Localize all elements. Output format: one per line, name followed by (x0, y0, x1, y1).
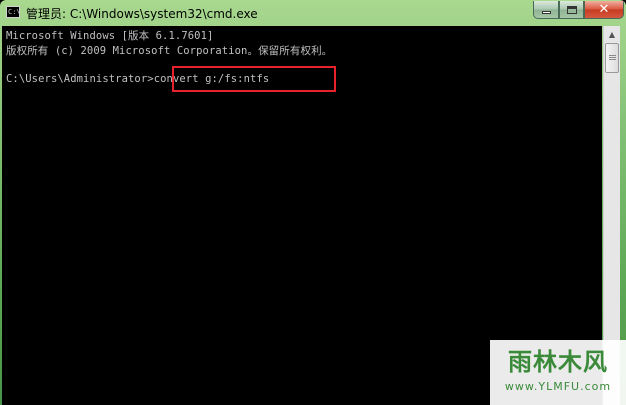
command-highlight-box (172, 66, 336, 92)
thumb-grip-line (609, 57, 616, 58)
command-prompt: C:\Users\Administrator> (6, 73, 154, 85)
window-title: 管理员: C:\Windows\system32\cmd.exe (26, 7, 258, 21)
minimize-icon (541, 11, 551, 14)
close-icon: ✕ (598, 2, 610, 17)
site-watermark: 雨林木风 www.YLMFU.com (490, 340, 626, 405)
thumb-grip-line (609, 59, 616, 60)
maximize-button[interactable] (559, 1, 584, 19)
version-line: Microsoft Windows [版本 6.1.7601] (6, 30, 214, 42)
copyright-line: 版权所有 (c) 2009 Microsoft Corporation。保留所有… (6, 45, 333, 57)
scroll-up-arrow-icon: ▲ (608, 29, 616, 39)
minimize-button[interactable] (533, 1, 559, 19)
scroll-up-button[interactable]: ▲ (604, 26, 620, 42)
cmd-app-icon[interactable]: C:\ (6, 6, 21, 18)
cmd-window: C:\ 管理员: C:\Windows\system32\cmd.exe ✕ M… (0, 0, 626, 405)
thumb-grip-line (609, 55, 616, 56)
close-button[interactable]: ✕ (584, 1, 624, 19)
watermark-url: www.YLMFU.com (504, 380, 612, 393)
watermark-logo: 雨林木风 (508, 348, 608, 376)
maximize-icon (566, 5, 577, 14)
scrollbar-thumb[interactable] (605, 43, 619, 73)
title-bar[interactable]: C:\ 管理员: C:\Windows\system32\cmd.exe ✕ (0, 0, 626, 26)
